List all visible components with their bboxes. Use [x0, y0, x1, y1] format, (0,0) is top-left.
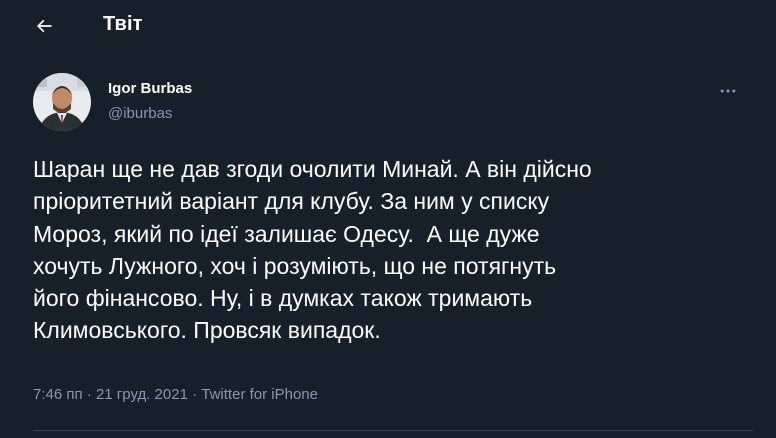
author-handle[interactable]: @iburbas: [108, 105, 172, 122]
back-button[interactable]: [26, 8, 62, 44]
arrow-left-icon: [36, 19, 52, 33]
author-name[interactable]: Igor Burbas: [108, 80, 192, 97]
avatar-photo: [33, 73, 91, 131]
tweet-header: Igor Burbas @iburbas: [33, 73, 753, 133]
tweet-meta: 7:46 пп · 21 груд. 2021 · Twitter for iP…: [33, 386, 318, 403]
meta-separator: ·: [82, 386, 96, 403]
more-horizontal-icon: [720, 89, 736, 93]
tweet-source[interactable]: Twitter for iPhone: [201, 386, 318, 403]
tweet-time[interactable]: 7:46 пп: [33, 386, 83, 403]
top-bar: Твіт: [0, 0, 776, 53]
divider: [33, 430, 753, 431]
tweet-date[interactable]: 21 груд. 2021: [96, 386, 188, 403]
meta-separator: ·: [187, 386, 202, 403]
more-button[interactable]: [716, 81, 740, 101]
page-title: Твіт: [103, 13, 143, 35]
avatar[interactable]: [33, 73, 91, 131]
tweet-text: Шаран ще не дав згоди очолити Минай. А в…: [33, 156, 592, 344]
